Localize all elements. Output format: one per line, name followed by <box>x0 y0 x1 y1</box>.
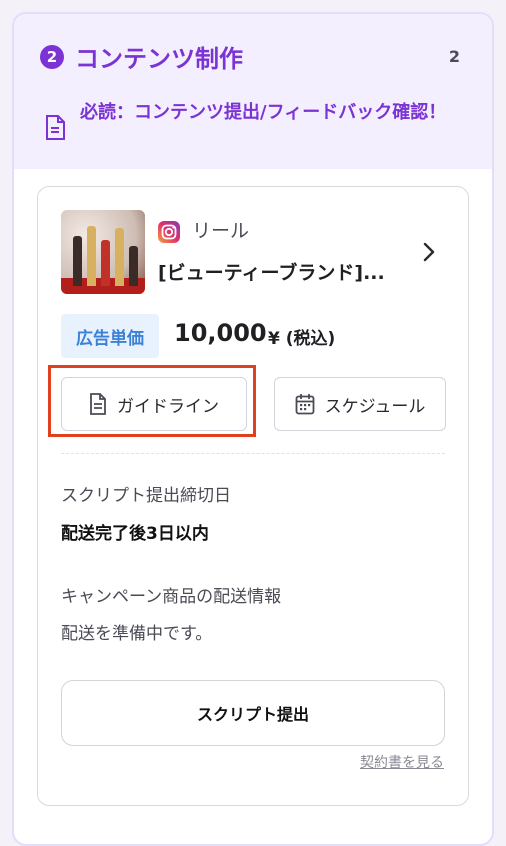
item-count: 2 <box>448 47 460 66</box>
price-value: 10,000 <box>174 319 267 347</box>
divider <box>61 453 445 454</box>
schedule-button[interactable]: スケジュール <box>274 377 446 431</box>
chevron-right-icon[interactable] <box>422 241 436 263</box>
product-thumbnail[interactable] <box>61 210 145 294</box>
product-title[interactable]: [ビューティーブランド]... <box>158 258 428 285</box>
schedule-button-label: スケジュール <box>324 396 426 417</box>
calendar-icon <box>295 394 314 415</box>
panel-header: 2 コンテンツ制作 2 必読：コンテンツ提出/フィードバック確認！ <box>14 14 492 169</box>
content-production-panel: 2 コンテンツ制作 2 必読：コンテンツ提出/フィードバック確認！ リール [ビ… <box>12 12 494 846</box>
highlight-box <box>48 365 256 437</box>
instagram-icon <box>158 221 180 243</box>
submit-script-button[interactable]: スクリプト提出 <box>61 680 445 746</box>
deadline-value: 配送完了後3日以内 <box>61 524 209 544</box>
ad-price-tag: 広告単価 <box>61 314 159 358</box>
view-contract-link[interactable]: 契約書を見る <box>360 752 444 772</box>
campaign-card: リール [ビューティーブランド]... 広告単価 10,000 ¥ (税込) ガ… <box>37 186 469 806</box>
deadline-label: スクリプト提出締切日 <box>61 486 231 506</box>
step-badge: 2 <box>40 45 64 69</box>
required-reading-link[interactable]: 必読：コンテンツ提出/フィードバック確認！ <box>80 98 460 128</box>
shipping-label: キャンペーン商品の配送情報 <box>61 587 282 607</box>
document-icon <box>46 115 65 140</box>
panel-title: コンテンツ制作 <box>75 45 243 73</box>
platform-label: リール <box>192 220 250 242</box>
shipping-value: 配送を準備中です。 <box>61 624 213 644</box>
price-unit: ¥ (税込) <box>268 329 336 349</box>
